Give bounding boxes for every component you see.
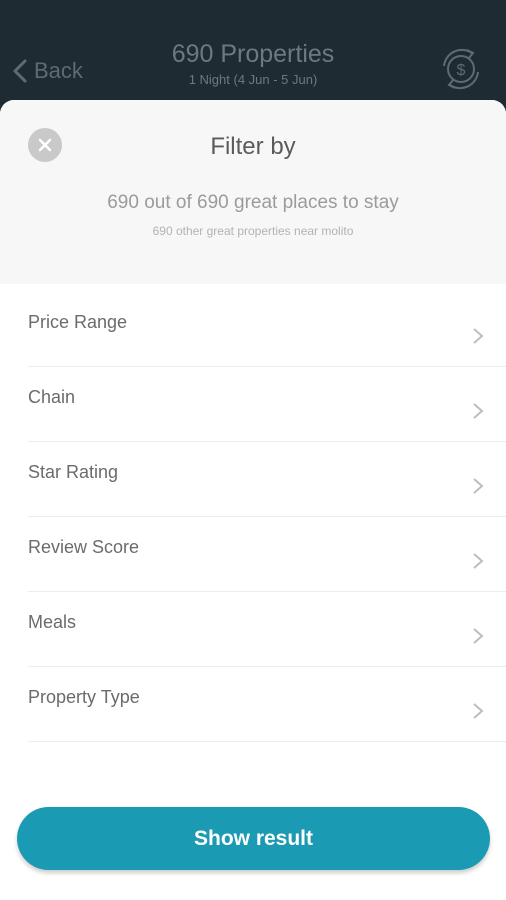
- top-bar: Back 690 Properties 1 Night (4 Jun - 5 J…: [0, 0, 506, 108]
- chevron-right-icon: [473, 403, 484, 419]
- svg-text:$: $: [457, 62, 466, 79]
- results-subsummary: 690 other great properties near molito: [152, 224, 354, 238]
- filter-label: Review Score: [28, 536, 140, 557]
- filter-item-meals[interactable]: Meals: [28, 592, 506, 667]
- filter-label: Star Rating: [28, 461, 119, 482]
- chevron-right-icon: [473, 328, 484, 344]
- filter-item-price-range[interactable]: Price Range: [28, 292, 506, 367]
- show-result-button[interactable]: Show result: [17, 807, 490, 870]
- filter-list: Price Range Chain Star Rating Review Sco…: [28, 292, 506, 742]
- filter-item-review-score[interactable]: Review Score: [28, 517, 506, 592]
- chevron-right-icon: [473, 478, 484, 494]
- filter-title: Filter by: [210, 133, 296, 160]
- date-range: 1 Night (4 Jun - 5 Jun): [188, 72, 318, 87]
- filter-item-property-type[interactable]: Property Type: [28, 667, 506, 742]
- filter-label: Chain: [28, 386, 76, 407]
- currency-exchange-icon[interactable]: $: [436, 44, 486, 94]
- results-summary: 690 out of 690 great places to stay: [107, 192, 399, 213]
- chevron-right-icon: [473, 703, 484, 719]
- filter-header: Filter by 690 out of 690 great places to…: [0, 100, 506, 284]
- filter-label: Price Range: [28, 311, 128, 332]
- filter-label: Property Type: [28, 686, 140, 707]
- filter-sheet: Filter by 690 out of 690 great places to…: [0, 100, 506, 900]
- chevron-right-icon: [473, 553, 484, 569]
- filter-label: Meals: [28, 611, 77, 632]
- filter-item-star-rating[interactable]: Star Rating: [28, 442, 506, 517]
- page-title: 690 Properties: [171, 40, 335, 68]
- filter-item-chain[interactable]: Chain: [28, 367, 506, 442]
- chevron-right-icon: [473, 628, 484, 644]
